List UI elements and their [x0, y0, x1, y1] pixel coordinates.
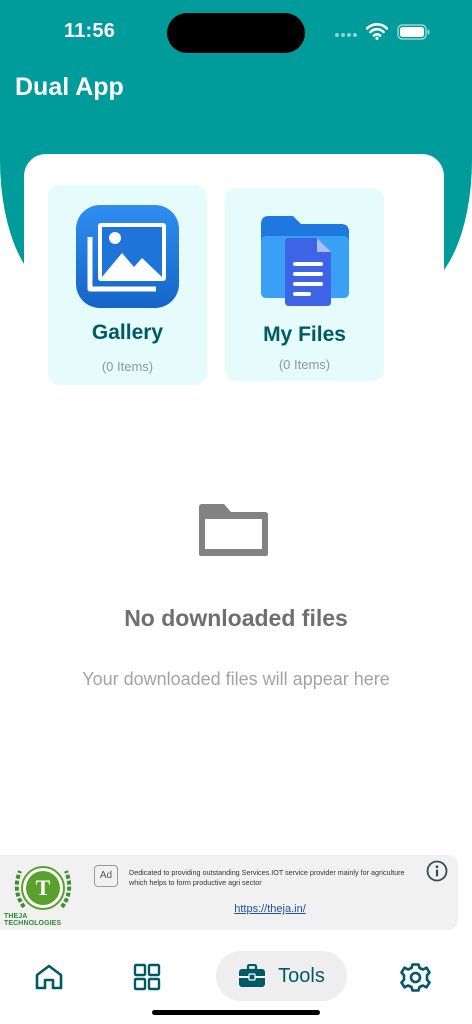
folder-document-icon — [261, 216, 349, 306]
nav-settings[interactable] — [400, 962, 431, 993]
screen: 11:56 Dual App Gallery (0 Items) My File… — [0, 0, 472, 1024]
ad-description: Dedicated to providing outstanding Servi… — [129, 868, 405, 887]
battery-icon — [397, 24, 430, 40]
ad-brand: THEJA TECHNOLOGIES — [4, 913, 62, 927]
empty-folder-icon — [199, 504, 268, 556]
ad-banner[interactable]: T THEJA TECHNOLOGIES Ad Dedicated to pro… — [0, 855, 458, 930]
nav-tools-label: Tools — [278, 964, 325, 987]
gear-icon — [400, 963, 431, 992]
nav-grid[interactable] — [133, 963, 161, 991]
ad-tag: Ad — [94, 865, 118, 887]
signal-icon — [335, 33, 357, 37]
gallery-count: (0 Items) — [101, 359, 154, 374]
gallery-title: Gallery — [91, 321, 164, 344]
gallery-tile[interactable]: Gallery (0 Items) — [48, 185, 207, 385]
svg-text:T: T — [36, 875, 51, 900]
my-files-tile[interactable]: My Files (0 Items) — [225, 188, 384, 381]
nav-home[interactable] — [34, 963, 64, 991]
gallery-icon — [76, 205, 179, 308]
bottom-nav: Tools — [0, 935, 472, 1024]
wifi-icon — [366, 23, 388, 40]
status-time: 11:56 — [64, 20, 116, 42]
nav-tools[interactable]: Tools — [216, 951, 347, 1001]
dynamic-island — [167, 13, 305, 53]
toolbox-icon — [239, 964, 266, 987]
home-icon — [35, 964, 63, 990]
empty-state-subtitle: Your downloaded files will appear here — [82, 669, 390, 689]
app-title: Dual App — [15, 73, 124, 101]
home-indicator — [152, 1010, 320, 1015]
my-files-count: (0 Items) — [278, 357, 331, 372]
ad-link[interactable]: https://theja.in/ — [0, 903, 472, 915]
my-files-title: My Files — [263, 323, 346, 346]
grid-icon — [133, 963, 161, 991]
info-icon[interactable] — [426, 860, 448, 882]
status-bar: 11:56 — [0, 0, 472, 64]
empty-state-title: No downloaded files — [124, 605, 348, 631]
